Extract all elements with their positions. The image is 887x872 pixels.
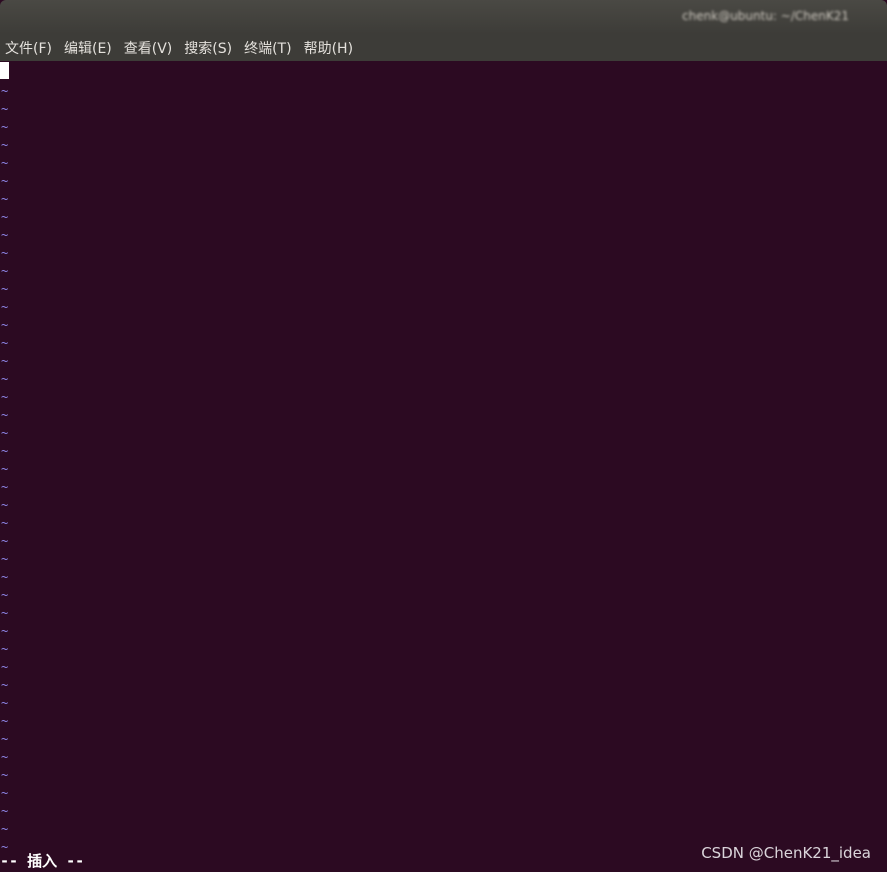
- empty-line-tilde: ~: [1, 498, 9, 512]
- empty-line-tilde: ~: [1, 444, 9, 458]
- empty-line-tilde: ~: [1, 840, 9, 854]
- empty-line-tilde: ~: [1, 804, 9, 818]
- empty-line-tilde: ~: [1, 156, 9, 170]
- terminal-window: chenk@ubuntu: ~/ChenK21 文件(F) 编辑(E) 查看(V…: [0, 0, 887, 872]
- title-bar[interactable]: chenk@ubuntu: ~/ChenK21: [0, 0, 887, 34]
- empty-line-tilde: ~: [1, 552, 9, 566]
- empty-line-tilde: ~: [1, 246, 9, 260]
- empty-line-tilde: ~: [1, 354, 9, 368]
- empty-line-tilde: ~: [1, 174, 9, 188]
- empty-line-tilde: ~: [1, 390, 9, 404]
- empty-line-tilde: ~: [1, 102, 9, 116]
- empty-line-tilde: ~: [1, 84, 9, 98]
- empty-line-tilde: ~: [1, 768, 9, 782]
- empty-line-tilde: ~: [1, 714, 9, 728]
- empty-line-tilde: ~: [1, 480, 9, 494]
- empty-line-tilde: ~: [1, 138, 9, 152]
- menu-terminal[interactable]: 终端(T): [244, 38, 291, 58]
- menu-bar: 文件(F) 编辑(E) 查看(V) 搜索(S) 终端(T) 帮助(H): [0, 34, 887, 61]
- menu-file[interactable]: 文件(F): [5, 38, 52, 58]
- empty-line-tilde: ~: [1, 282, 9, 296]
- window-title: chenk@ubuntu: ~/ChenK21: [682, 9, 849, 23]
- menu-view[interactable]: 查看(V): [124, 38, 173, 58]
- text-cursor: [0, 62, 9, 79]
- empty-line-tilde: ~: [1, 570, 9, 584]
- empty-line-tilde: ~: [1, 660, 9, 674]
- empty-line-tilde: ~: [1, 210, 9, 224]
- empty-line-tilde: ~: [1, 516, 9, 530]
- empty-line-tilde: ~: [1, 192, 9, 206]
- empty-line-tilde: ~: [1, 642, 9, 656]
- menu-help[interactable]: 帮助(H): [304, 38, 353, 58]
- empty-line-tilde: ~: [1, 534, 9, 548]
- empty-line-tilde: ~: [1, 300, 9, 314]
- vim-mode-indicator: -- 插入 --: [0, 852, 85, 870]
- empty-line-tilde: ~: [1, 336, 9, 350]
- menu-edit[interactable]: 编辑(E): [64, 38, 112, 58]
- menu-search[interactable]: 搜索(S): [184, 38, 232, 58]
- empty-line-tilde: ~: [1, 264, 9, 278]
- empty-line-tilde: ~: [1, 228, 9, 242]
- terminal-area[interactable]: -- 插入 -- CSDN @ChenK21_idea ~ ~ ~ ~ ~ ~ ~ ~ ~ ~ ~ ~…: [0, 61, 887, 872]
- empty-line-tilde: ~: [1, 588, 9, 602]
- empty-line-tilde: ~: [1, 606, 9, 620]
- empty-line-tilde: ~: [1, 696, 9, 710]
- empty-line-tilde: ~: [1, 786, 9, 800]
- empty-line-tilde: ~: [1, 462, 9, 476]
- empty-line-tilde: ~: [1, 624, 9, 638]
- empty-line-tilde: ~: [1, 408, 9, 422]
- watermark: CSDN @ChenK21_idea: [701, 844, 871, 862]
- empty-line-tilde: ~: [1, 318, 9, 332]
- empty-line-tilde: ~: [1, 678, 9, 692]
- empty-line-tilde: ~: [1, 732, 9, 746]
- empty-line-tilde: ~: [1, 372, 9, 386]
- empty-line-tilde: ~: [1, 120, 9, 134]
- empty-line-tilde: ~: [1, 822, 9, 836]
- empty-line-tilde: ~: [1, 750, 9, 764]
- empty-line-tilde: ~: [1, 426, 9, 440]
